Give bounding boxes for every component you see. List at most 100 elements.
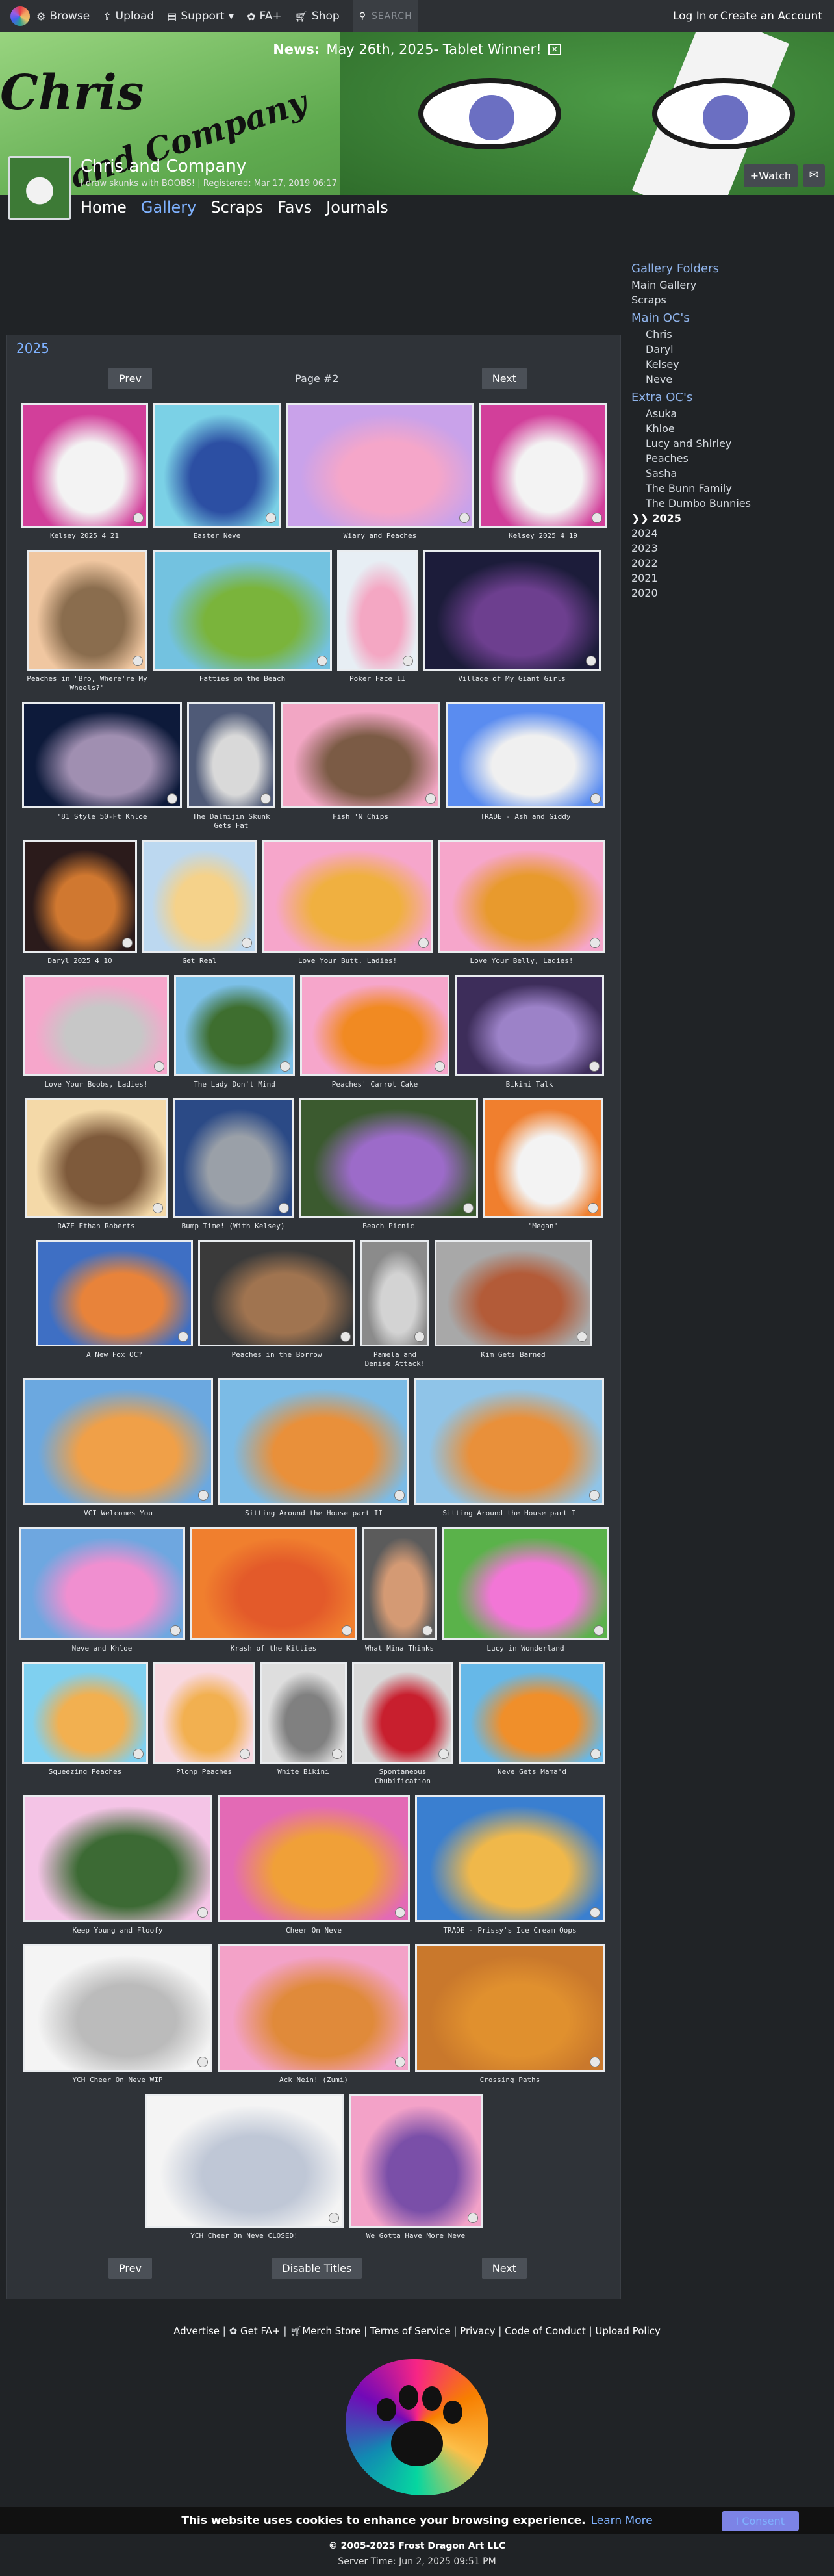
tab-favs[interactable]: Favs (277, 198, 312, 216)
gallery-item-title[interactable]: The Lady Don't Mind (194, 1080, 275, 1089)
gallery-thumbnail[interactable] (262, 840, 433, 953)
gallery-item-title[interactable]: Bump Time! (With Kelsey) (182, 1222, 285, 1231)
sidebar-item-2021[interactable]: 2021 (631, 573, 826, 584)
gallery-item-title[interactable]: Poker Face II (349, 675, 405, 684)
gallery-thumbnail[interactable] (145, 2094, 344, 2228)
gallery-thumbnail[interactable] (36, 1240, 193, 1346)
gallery-thumbnail[interactable] (442, 1527, 609, 1640)
gallery-thumbnail[interactable] (173, 1098, 294, 1218)
gallery-thumbnail[interactable] (198, 1240, 355, 1346)
footer-upload-policy-link[interactable]: Upload Policy (595, 2325, 660, 2337)
gallery-thumbnail[interactable] (483, 1098, 603, 1218)
sidebar-item-scraps[interactable]: Scraps (631, 294, 826, 306)
gallery-item-title[interactable]: Lucy in Wonderland (486, 1644, 564, 1653)
gallery-thumbnail[interactable] (218, 1795, 410, 1922)
gallery-item-title[interactable]: Wiary and Peaches (344, 532, 417, 541)
gallery-thumbnail[interactable] (23, 1795, 212, 1922)
sidebar-item-asuka[interactable]: Asuka (631, 408, 826, 420)
sidebar-item-2025[interactable]: ❯❯ 2025 (631, 513, 826, 524)
news-text[interactable]: May 26th, 2025- Tablet Winner! (326, 42, 541, 57)
gallery-item-title[interactable]: Sitting Around the House part I (442, 1509, 575, 1518)
gallery-thumbnail[interactable] (218, 1378, 409, 1505)
tab-scraps[interactable]: Scraps (210, 198, 263, 216)
gallery-item-title[interactable]: A New Fox OC? (86, 1350, 142, 1359)
gallery-item-title[interactable]: VCI Welcomes You (84, 1509, 153, 1518)
login-link[interactable]: Log In (673, 10, 707, 23)
gallery-item-title[interactable]: Neve and Khloe (72, 1644, 133, 1653)
gallery-item-title[interactable]: Kelsey 2025 4 19 (509, 532, 577, 541)
gallery-thumbnail[interactable] (218, 1944, 410, 2072)
gallery-item-title[interactable]: Spontaneous Chubification (352, 1768, 453, 1786)
gallery-thumbnail[interactable] (479, 403, 607, 528)
support-menu[interactable]: ▤ Support ▾ (167, 10, 234, 23)
gallery-item-title[interactable]: Love Your Butt. Ladies! (298, 957, 397, 966)
gallery-item-title[interactable]: "Megan" (528, 1222, 558, 1231)
gallery-thumbnail[interactable] (25, 1098, 168, 1218)
gallery-thumbnail[interactable] (23, 1944, 212, 2072)
gallery-thumbnail[interactable] (435, 1240, 592, 1346)
footer-tos-link[interactable]: Terms of Service (370, 2325, 451, 2337)
footer-coc-link[interactable]: Code of Conduct (505, 2325, 586, 2337)
tab-journals[interactable]: Journals (326, 198, 388, 216)
next-button-bottom[interactable]: Next (481, 2258, 527, 2279)
site-logo-icon[interactable] (10, 6, 30, 26)
gallery-thumbnail[interactable] (299, 1098, 478, 1218)
gallery-thumbnail[interactable] (142, 840, 257, 953)
gallery-thumbnail[interactable] (286, 403, 474, 528)
sidebar-item-2023[interactable]: 2023 (631, 543, 826, 554)
avatar[interactable] (8, 156, 71, 220)
footer-advertise-link[interactable]: Advertise (173, 2325, 220, 2337)
gallery-item-title[interactable]: We Gotta Have More Neve (366, 2232, 465, 2241)
gallery-item-title[interactable]: What Mina Thinks (365, 1644, 434, 1653)
gallery-thumbnail[interactable] (190, 1527, 357, 1640)
gallery-thumbnail[interactable] (446, 702, 605, 808)
sidebar-item-chris[interactable]: Chris (631, 329, 826, 341)
consent-button[interactable]: I Consent (721, 2511, 799, 2531)
sidebar-item-bunn-family[interactable]: The Bunn Family (631, 483, 826, 495)
sidebar-item-neve[interactable]: Neve (631, 374, 826, 385)
footer-privacy-link[interactable]: Privacy (460, 2325, 495, 2337)
gallery-item-title[interactable]: Squeezing Peaches (49, 1768, 122, 1777)
gallery-thumbnail[interactable] (360, 1240, 429, 1346)
gallery-thumbnail[interactable] (153, 550, 332, 671)
gallery-thumbnail[interactable] (455, 975, 604, 1076)
gallery-item-title[interactable]: Crossing Paths (480, 2076, 540, 2085)
gallery-item-title[interactable]: Easter Neve (194, 532, 241, 541)
gallery-thumbnail[interactable] (260, 1662, 347, 1764)
gallery-thumbnail[interactable] (423, 550, 601, 671)
gallery-item-title[interactable]: White Bikini (277, 1768, 329, 1777)
gallery-thumbnail[interactable] (23, 840, 137, 953)
gallery-item-title[interactable]: TRADE - Prissy's Ice Cream Oops (443, 1926, 576, 1935)
sidebar-item-2020[interactable]: 2020 (631, 587, 826, 599)
gallery-item-title[interactable]: Peaches' Carrot Cake (332, 1080, 418, 1089)
gallery-thumbnail[interactable] (19, 1527, 185, 1640)
gallery-item-title[interactable]: Plonp Peaches (176, 1768, 232, 1777)
gallery-item-title[interactable]: Pamela and Denise Attack! (360, 1350, 429, 1369)
gallery-item-title[interactable]: YCH Cheer On Neve CLOSED! (190, 2232, 298, 2241)
create-account-link[interactable]: Create an Account (720, 10, 822, 23)
gallery-item-title[interactable]: Krash of the Kitties (231, 1644, 316, 1653)
gallery-item-title[interactable]: Get Real (183, 957, 217, 966)
sidebar-item-2022[interactable]: 2022 (631, 558, 826, 569)
gallery-item-title[interactable]: Peaches in the Borrow (231, 1350, 322, 1359)
gallery-item-title[interactable]: Fish 'N Chips (333, 812, 388, 821)
footer-fa-plus-link[interactable]: Get FA+ (240, 2325, 281, 2337)
upload-link[interactable]: ⇪ Upload (103, 10, 154, 23)
gallery-thumbnail[interactable] (349, 2094, 483, 2228)
gallery-item-title[interactable]: YCH Cheer On Neve WIP (72, 2076, 162, 2085)
gallery-item-title[interactable]: Keep Young and Floofy (72, 1926, 162, 1935)
tab-home[interactable]: Home (81, 198, 127, 216)
gallery-item-title[interactable]: Fatties on the Beach (199, 675, 285, 684)
gallery-item-title[interactable]: Cheer On Neve (286, 1926, 342, 1935)
gallery-item-title[interactable]: Bikini Talk (506, 1080, 553, 1089)
gallery-thumbnail[interactable] (415, 1795, 605, 1922)
gallery-thumbnail[interactable] (352, 1662, 453, 1764)
prev-button[interactable]: Prev (108, 367, 152, 389)
gallery-item-title[interactable]: '81 Style 50-Ft Khloe (57, 812, 147, 821)
gallery-thumbnail[interactable] (23, 975, 169, 1076)
search-input[interactable]: ⚲ SEARCH (352, 0, 418, 32)
sidebar-item-dumbo-bunnies[interactable]: The Dumbo Bunnies (631, 498, 826, 509)
gallery-thumbnail[interactable] (22, 1662, 148, 1764)
gallery-thumbnail[interactable] (415, 1944, 605, 2072)
gallery-item-title[interactable]: Village of My Giant Girls (458, 675, 566, 684)
